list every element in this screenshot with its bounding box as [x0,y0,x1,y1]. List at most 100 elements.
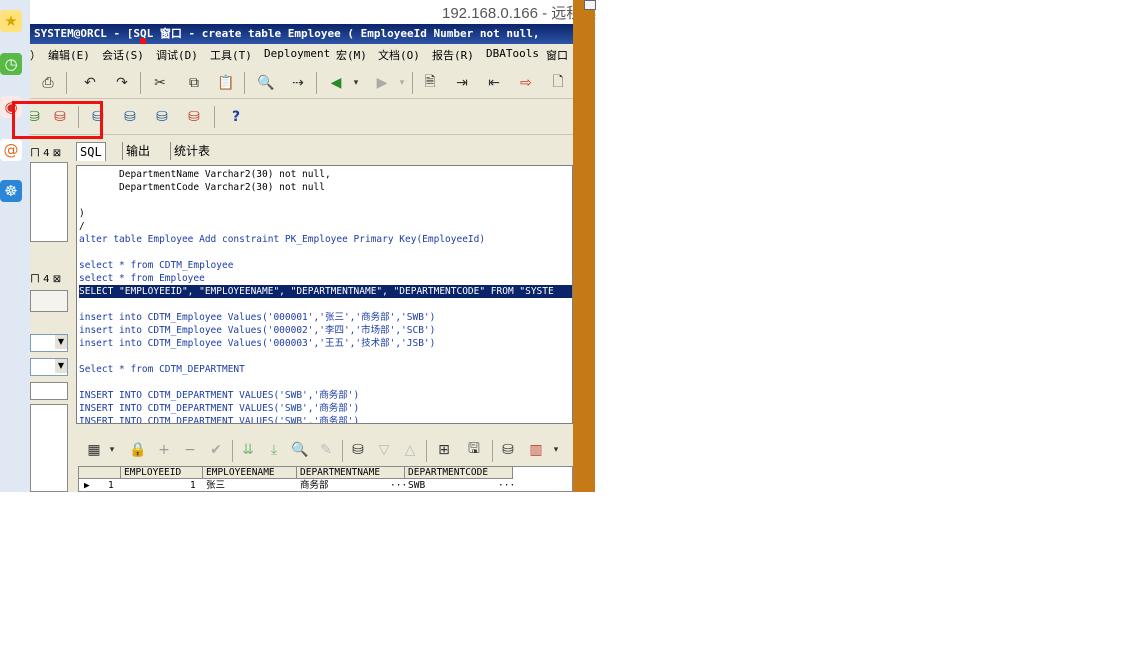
grid-column-header[interactable]: DEPARTMENTCODE [405,467,513,479]
paste-icon[interactable]: 📋 [216,73,236,93]
remote-desktop-edge [573,0,595,492]
clock-icon[interactable]: ◷ [0,53,22,75]
annotation-highlight-box [12,101,103,139]
print-icon[interactable]: ⎙ [38,73,58,93]
menu-window[interactable]: 窗口 [546,47,568,63]
menu-file[interactable]: ） [30,47,41,63]
tab-output[interactable]: 输出 [122,142,153,160]
find-icon[interactable]: 🔍 [290,440,310,460]
chevron-down-icon[interactable]: ▼ [55,335,67,349]
toolbar-separator [342,440,343,462]
menu-deployment[interactable]: Deployment [264,47,330,60]
qzone-icon[interactable]: ☸ [0,180,22,202]
db-sql-icon[interactable]: ⛁ [120,107,140,127]
find-next-icon[interactable]: ⇢ [288,73,308,93]
menu-tools[interactable]: 工具(T) [210,47,252,63]
db-refresh-icon[interactable]: ⛁ [184,107,204,127]
menu-documents[interactable]: 文档(O) [378,47,420,63]
help-icon[interactable]: ? [226,107,246,127]
menu-edit[interactable]: 编辑(E) [48,47,90,63]
cell-employeeid[interactable]: 1 [187,480,203,491]
object-list[interactable] [30,404,68,492]
code-line: Select * from CDTM_DEPARTMENT [79,364,245,375]
search-field[interactable] [30,382,68,400]
menu-debug[interactable]: 调试(D) [156,47,198,63]
toolbar-separator [426,440,427,462]
grid-corner [79,467,121,479]
code-line: select * from CDTM_Employee [79,260,234,271]
restore-icon[interactable] [584,0,596,10]
find-icon[interactable]: 🔍 [256,73,276,93]
tab-sql[interactable]: SQL [76,142,106,161]
clear-icon[interactable]: ✎ [316,440,336,460]
cell-employeename[interactable]: 张三 [203,480,297,491]
code-line: insert into CDTM_Employee Values('000002… [79,325,436,336]
query-by-example-icon[interactable]: ⛁ [348,440,368,460]
export-db-icon[interactable]: ⛁ [498,440,518,460]
fetch-last-icon[interactable]: ⤓ [264,440,284,460]
code-line: DepartmentCode Varchar2(30) not null [79,182,325,193]
code-line: select * from Employee [79,273,205,284]
star-icon[interactable]: ★ [0,10,22,32]
code-line: INSERT INTO CDTM_DEPARTMENT VALUES('SWB'… [79,403,360,414]
menu-session[interactable]: 会话(S) [102,47,144,63]
grid-column-header[interactable]: EMPLOYEEID [121,467,203,479]
main-toolbar: ⎙ ↶ ↷ ✂ ⧉ 📋 🔍 ⇢ ◀ ▾ ▶ ▾ 🗎 ⇥ ⇤ ⇨ 🗋 [30,68,573,99]
post-icon[interactable]: ✔ [206,440,226,460]
code-line: INSERT INTO CDTM_DEPARTMENT VALUES('SWB'… [79,390,360,401]
save-icon[interactable]: 🖫 [464,440,484,460]
prev-record-icon[interactable]: △ [400,440,420,460]
fetch-next-icon[interactable]: ⇊ [238,440,258,460]
filter-combo-2[interactable]: ▼ [30,358,68,376]
lock-icon[interactable]: 🔒 [128,440,148,460]
redo-icon[interactable]: ↷ [112,73,132,93]
grid-column-header[interactable]: EMPLOYEENAME [203,467,297,479]
next-record-icon[interactable]: ▽ [374,440,394,460]
tab-statistics[interactable]: 统计表 [170,142,213,160]
tools-toolbar: ⛁ ⛁ ⛁ ⛁ ⛁ ⛁ ? [30,102,573,135]
page-icon[interactable]: 🗋 [548,73,568,93]
filter-combo-1[interactable]: ▼ [30,334,68,352]
forward-dropdown-icon[interactable]: ▾ [392,73,412,93]
result-grid[interactable]: EMPLOYEEID EMPLOYEENAME DEPARTMENTNAME D… [78,466,573,492]
chart-icon[interactable]: ▥ [526,440,546,460]
db-run-icon[interactable]: ⛁ [152,107,172,127]
chevron-down-icon[interactable]: ▾ [102,440,122,460]
cell-edit-button[interactable]: ··· [387,480,407,491]
pane-pin-controls-2[interactable]: ㄇ 4 ⊠ [30,270,61,285]
back-icon[interactable]: ◀ [326,73,346,93]
pane-pin-controls[interactable]: ㄇ 4 ⊠ [30,144,61,159]
tree-icon[interactable]: ⊞ [434,440,454,460]
row-indicator: ▶ [84,480,90,491]
sql-editor[interactable]: DepartmentName Varchar2(30) not null, De… [76,165,573,424]
menu-reports[interactable]: 报告(R) [432,47,474,63]
filter-box[interactable] [30,290,68,312]
code-line-selected: SELECT "EMPLOYEEID", "EMPLOYEENAME", "DE… [79,285,572,298]
email-icon[interactable]: @ [0,139,22,161]
copy-icon[interactable]: ⧉ [184,73,204,93]
chevron-down-icon[interactable]: ▾ [546,440,566,460]
object-browser-box[interactable] [30,162,68,242]
back-dropdown-icon[interactable]: ▾ [346,73,366,93]
doc-icon[interactable]: 🗎 [420,73,440,93]
outdent-icon[interactable]: ⇤ [484,73,504,93]
grid-view-icon[interactable]: ▦ [84,440,104,460]
cut-icon[interactable]: ✂ [150,73,170,93]
cell-departmentcode[interactable]: SWB [405,480,495,491]
add-row-icon[interactable]: + [154,440,174,460]
menu-dbatools[interactable]: DBATools [486,47,539,60]
indent-icon[interactable]: ⇥ [452,73,472,93]
undo-icon[interactable]: ↶ [80,73,100,93]
chevron-down-icon[interactable]: ▼ [55,359,67,373]
toolbar-separator [412,72,413,94]
side-launcher: ★ ◷ ◉ @ ☸ [0,0,31,492]
cell-edit-button[interactable]: ··· [495,480,515,491]
row-number: 1 [108,480,114,491]
grid-column-header[interactable]: DEPARTMENTNAME [297,467,405,479]
export-icon[interactable]: ⇨ [516,73,536,93]
menu-macro[interactable]: 宏(M) [336,47,367,63]
delete-row-icon[interactable]: − [180,440,200,460]
result-grid-toolbar: ▦ ▾ 🔒 + − ✔ ⇊ ⤓ 🔍 ✎ ⛁ ▽ △ ⊞ 🖫 ⛁ ▥ ▾ [76,436,573,464]
forward-icon[interactable]: ▶ [372,73,392,93]
cell-departmentname[interactable]: 商务部 [297,480,387,491]
